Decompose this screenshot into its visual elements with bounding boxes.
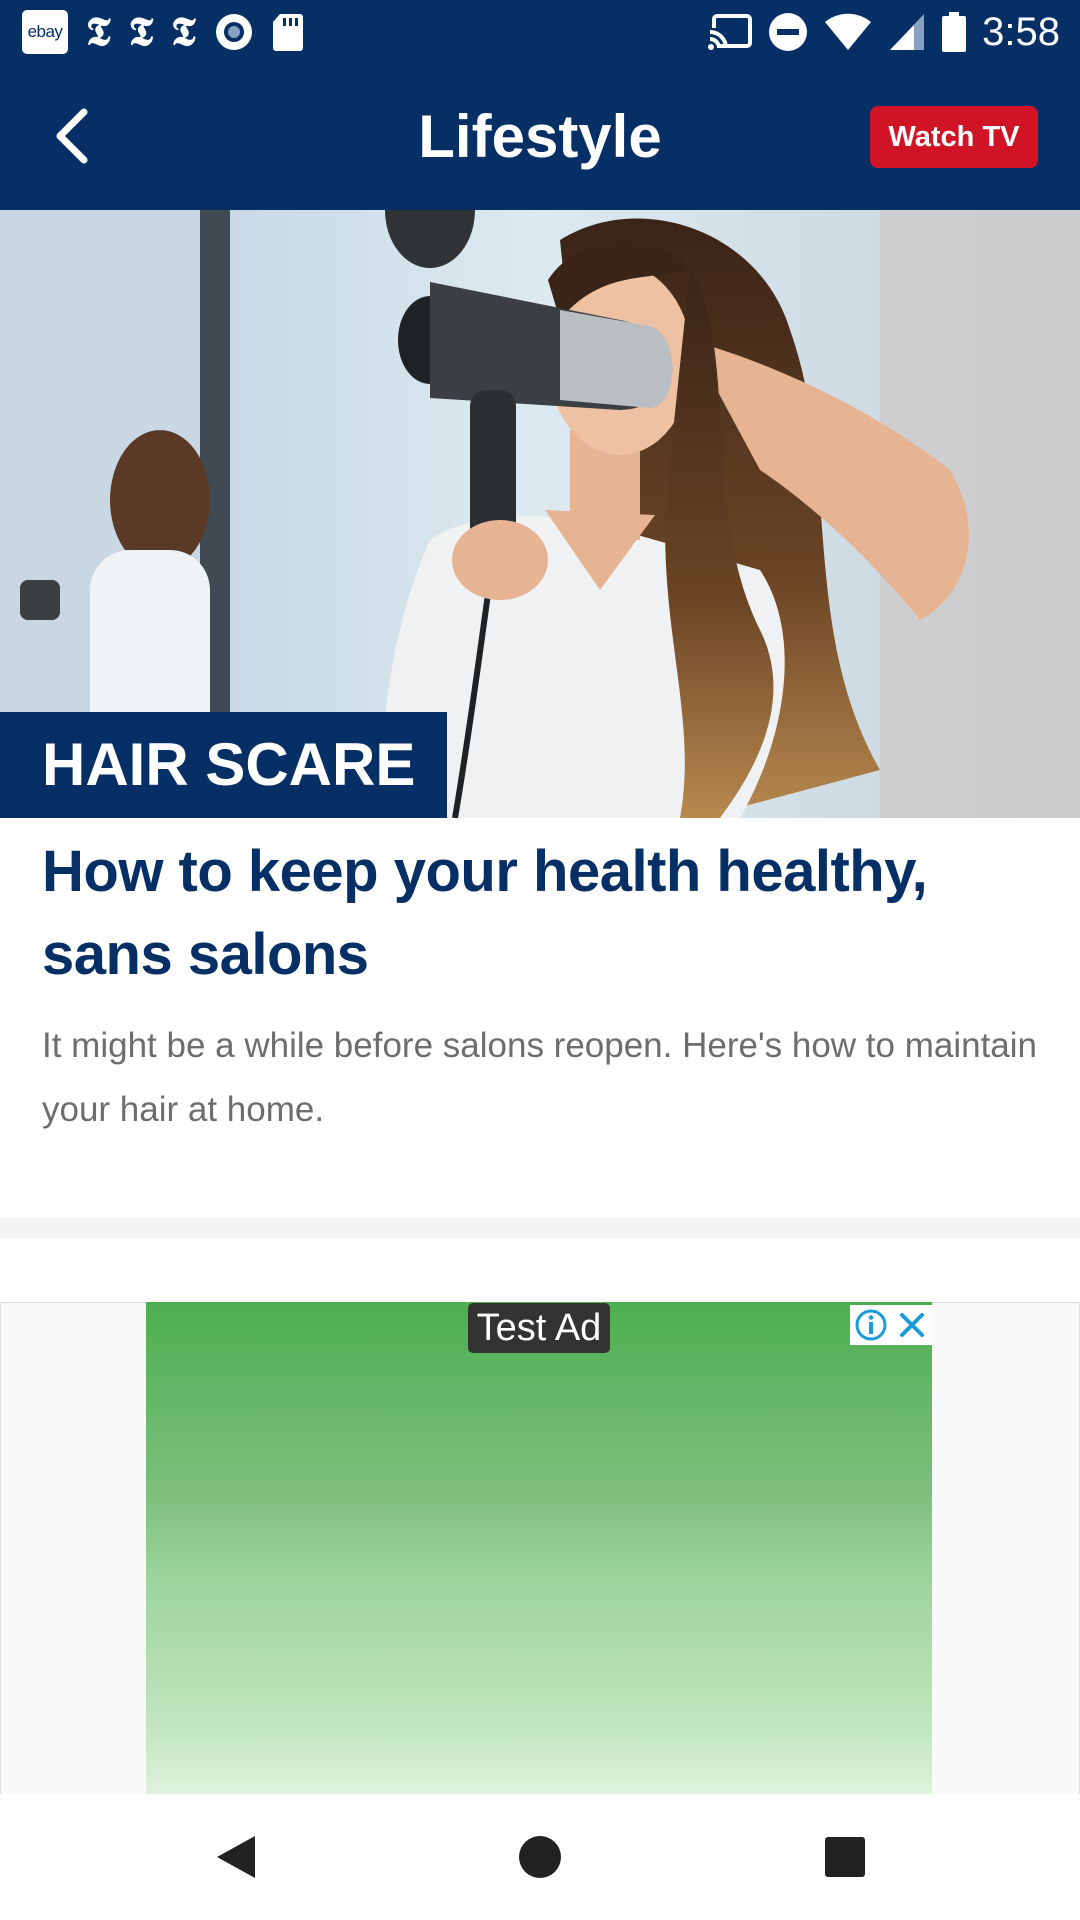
status-bar: ebay 𝕿 𝕿 𝕿 3:58 [0,0,1080,64]
battery-icon [942,12,967,52]
do-not-disturb-icon [769,13,808,51]
nav-home-button[interactable] [505,1824,575,1890]
back-triangle-icon [217,1836,255,1878]
home-circle-icon [519,1836,561,1878]
record-icon [215,14,252,50]
system-icons: 3:58 [708,10,1060,54]
close-icon[interactable] [891,1305,932,1345]
ad-banner[interactable] [146,1302,932,1794]
recents-square-icon [825,1837,865,1877]
nyt-icon: 𝕿 [86,8,111,55]
cast-icon [708,14,753,50]
article-headline[interactable]: How to keep your health healthy, sans sa… [42,830,1042,996]
nyt-icon: 𝕿 [171,8,196,55]
ad-controls [850,1305,932,1345]
watch-tv-button[interactable]: Watch TV [870,106,1038,168]
nav-back-button[interactable] [200,1824,270,1890]
ebay-icon: ebay [22,10,68,54]
notification-icons: ebay 𝕿 𝕿 𝕿 [22,10,304,54]
ad-label: Test Ad [468,1303,610,1353]
article-summary: It might be a while before salons reopen… [42,1026,1038,1129]
clock-time: 3:58 [982,10,1060,54]
hero-image[interactable]: HAIR SCARE [0,210,1080,818]
cellular-signal-icon [890,14,925,50]
info-icon[interactable] [850,1305,891,1345]
nyt-icon: 𝕿 [128,8,154,55]
nav-recents-button[interactable] [810,1824,880,1890]
navigation-bar [0,1794,1080,1920]
hero-tag: HAIR SCARE [0,712,447,818]
sd-card-icon [272,14,303,51]
section-divider [0,1218,1080,1238]
wifi-icon [825,13,872,50]
app-bar: Lifestyle Watch TV [0,64,1080,210]
